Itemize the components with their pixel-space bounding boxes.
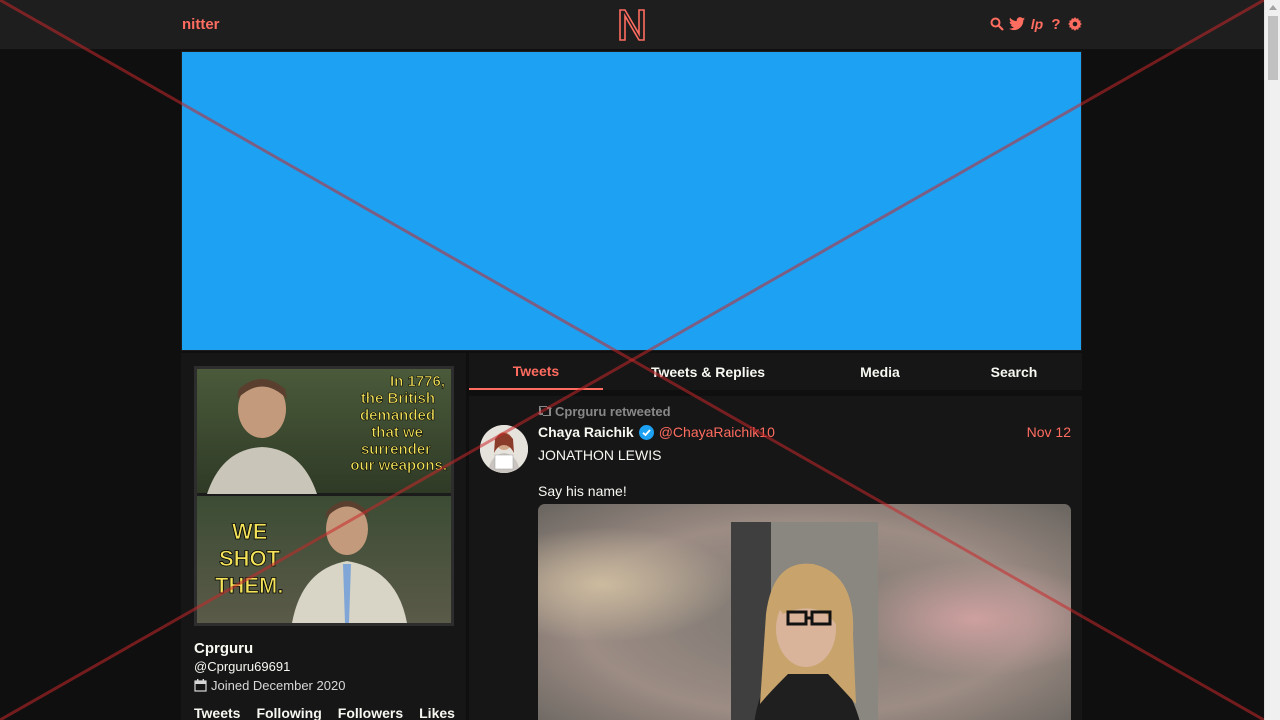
tweet-author-line: Chaya Raichik @ChayaRaichik10 [538,424,775,440]
avatar-caption-line-2: the British [361,390,435,407]
twitter-bird-icon[interactable] [1009,16,1025,32]
avatar-caption-line-8: SHOT [219,546,281,571]
tweet-body: JONATHON LEWIS Say his name! [538,446,661,500]
avatar-caption-line-6: our weapons. [350,457,447,474]
tweet-media-image[interactable] [538,504,1071,720]
profile-card: In 1776, the British demanded that we su… [181,353,466,720]
tweet-text-line-2: Say his name! [538,483,627,499]
scroll-up-arrow-icon[interactable] [1269,5,1277,10]
nitter-logo-icon[interactable] [617,8,647,42]
stat-tweets[interactable]: Tweets [194,705,240,720]
tweet-date[interactable]: Nov 12 [1027,424,1071,440]
profile-banner[interactable] [181,51,1082,351]
nitter-home-link[interactable]: nitter [182,16,220,33]
tweet-author-username[interactable]: @ChayaRaichik10 [659,424,775,440]
navbar: nitter lp ? [0,0,1264,50]
avatar-caption-line-3: demanded [360,407,435,424]
verified-badge-icon [638,424,654,440]
avatar-caption-line-1: In 1776, [390,373,445,390]
tab-tweets-replies[interactable]: Tweets & Replies [603,353,813,390]
tweet-card[interactable]: Cprguru retweeted Chaya Raichik @ChayaRa… [469,396,1082,720]
stat-followers[interactable]: Followers [338,705,403,720]
retweet-icon [538,404,552,419]
calendar-icon [194,679,207,692]
profile-name[interactable]: Cprguru [194,640,253,657]
avatar-caption-line-9: THEM. [215,573,283,598]
stat-following[interactable]: Following [256,705,321,720]
retweet-header-text[interactable]: Cprguru retweeted [555,404,671,419]
page-scrollbar[interactable] [1264,0,1280,720]
help-icon[interactable]: ? [1049,16,1063,33]
timeline: Tweets Tweets & Replies Media Search Cpr… [469,353,1082,720]
tab-tweets[interactable]: Tweets [469,353,603,390]
tweet-text-line-1: JONATHON LEWIS [538,447,662,463]
scrollbar-thumb[interactable] [1268,16,1278,80]
stat-likes[interactable]: Likes [419,705,455,720]
search-icon[interactable] [990,16,1004,32]
profile-avatar[interactable]: In 1776, the British demanded that we su… [194,366,454,626]
tweet-author-name[interactable]: Chaya Raichik [538,424,634,440]
avatar-caption-line-4: that we [371,424,423,441]
tweet-author-avatar[interactable] [480,425,528,473]
profile-joined: Joined December 2020 [194,678,345,693]
retweet-header: Cprguru retweeted [538,404,671,419]
profile-stats: Tweets Following Followers Likes [194,705,455,720]
avatar-caption-line-7: WE [232,519,267,544]
profile-joined-text: Joined December 2020 [211,678,346,693]
profile-handle[interactable]: @Cprguru69691 [194,659,290,674]
nav-icons: lp ? [990,16,1082,33]
tab-search[interactable]: Search [947,353,1081,390]
avatar-caption-line-5: surrender [361,441,431,458]
gear-icon[interactable] [1068,16,1082,32]
lp-icon[interactable]: lp [1030,16,1044,32]
tab-media[interactable]: Media [813,353,947,390]
timeline-tabs: Tweets Tweets & Replies Media Search [469,353,1082,390]
